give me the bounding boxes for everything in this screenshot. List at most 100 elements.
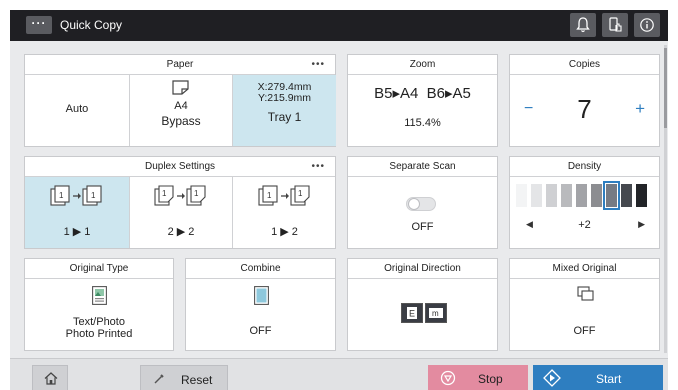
- bell-icon: [576, 17, 590, 33]
- phone-touch-icon: [609, 17, 622, 32]
- density-panel: Density ◀ +2 ▶: [509, 156, 660, 249]
- paper-a4-bypass-option[interactable]: A4 Bypass: [130, 75, 232, 146]
- mobile-connect-button[interactable]: [602, 13, 628, 37]
- original-type-line1: Text/Photo: [73, 316, 125, 328]
- duplex-option-1-to-1[interactable]: 1 1 1 ▶ 1: [25, 177, 129, 248]
- density-level[interactable]: [531, 184, 542, 207]
- combine-panel[interactable]: Combine OFF: [185, 258, 336, 351]
- paper-custom-y: Y:215.9mm: [257, 92, 312, 104]
- mixed-original-panel[interactable]: Mixed Original OFF: [509, 258, 660, 351]
- copies-panel-header: Copies: [510, 55, 659, 75]
- density-level[interactable]: [636, 184, 647, 207]
- paper-tray1-option[interactable]: X:279.4mm Y:215.9mm Tray 1: [233, 75, 336, 146]
- zoom-preset-b6-a5: B6▸A5: [426, 85, 471, 102]
- density-level[interactable]: [603, 181, 620, 210]
- duplex-option-1-to-2[interactable]: 1 1 1 ▶ 2: [233, 177, 336, 248]
- paper-auto-option[interactable]: Auto: [25, 75, 129, 146]
- scrollbar-thumb[interactable]: [664, 48, 667, 128]
- duplex-option-2-to-2[interactable]: 1 1 2 ▶ 2: [130, 177, 232, 248]
- reset-label: Reset: [181, 373, 213, 387]
- bottom-bar: Reset Stop Start: [10, 358, 668, 390]
- stop-button[interactable]: Stop: [428, 365, 528, 390]
- copies-increase-button[interactable]: +: [635, 99, 645, 119]
- svg-text:1: 1: [267, 191, 272, 200]
- density-title: Density: [567, 161, 602, 172]
- duplex-more-button[interactable]: •••: [311, 157, 325, 177]
- original-direction-panel[interactable]: Original Direction E m: [347, 258, 498, 351]
- copies-title: Copies: [568, 59, 601, 70]
- original-type-panel[interactable]: Original Type Text/Photo Photo Printed: [24, 258, 174, 351]
- density-level[interactable]: [546, 184, 557, 207]
- original-direction-header: Original Direction: [348, 259, 497, 279]
- paper-a4-source: Bypass: [161, 114, 201, 128]
- paper-panel: Paper ••• Auto A4 Bypass X:279.4mm Y:215…: [24, 54, 336, 147]
- duplex-panel: Duplex Settings ••• 1 1 1 ▶ 1 1 1 2 ▶ 2 …: [24, 156, 336, 249]
- zoom-panel[interactable]: Zoom B5▸A4 B6▸A5 115.4%: [347, 54, 498, 147]
- duplex-title: Duplex Settings: [144, 161, 216, 172]
- separate-scan-toggle[interactable]: [406, 197, 436, 211]
- zoom-panel-header: Zoom: [348, 55, 497, 75]
- home-button[interactable]: [32, 365, 68, 390]
- zoom-preset-b5-a4: B5▸A4: [374, 85, 419, 102]
- paper-tray-label: Tray 1: [267, 110, 302, 124]
- zoom-title: Zoom: [409, 59, 436, 70]
- density-level[interactable]: [621, 184, 632, 207]
- duplex-panel-header[interactable]: Duplex Settings •••: [25, 157, 335, 177]
- original-type-title: Original Type: [69, 263, 129, 274]
- svg-text:E: E: [409, 309, 415, 319]
- paper-panel-header[interactable]: Paper •••: [25, 55, 335, 75]
- title-bar: ··· Quick Copy: [10, 10, 668, 41]
- mixed-original-title: Mixed Original: [552, 263, 617, 274]
- combine-title: Combine: [240, 263, 281, 274]
- density-header: Density: [510, 157, 659, 177]
- notification-button[interactable]: [570, 13, 596, 37]
- separate-scan-title: Separate Scan: [389, 161, 456, 172]
- density-level[interactable]: [576, 184, 587, 207]
- svg-text:m: m: [432, 309, 439, 318]
- duplex-option-label: 1 ▶ 2: [271, 226, 298, 238]
- mixed-original-header: Mixed Original: [510, 259, 659, 279]
- density-value: +2: [578, 219, 591, 231]
- density-level[interactable]: [591, 184, 602, 207]
- paper-more-button[interactable]: •••: [311, 55, 325, 75]
- svg-text:1: 1: [59, 191, 64, 200]
- paper-sheet-icon: [172, 80, 189, 95]
- start-label: Start: [596, 372, 622, 386]
- mixed-pages-icon: [577, 286, 594, 301]
- combine-header: Combine: [186, 259, 335, 279]
- svg-text:1: 1: [194, 189, 199, 198]
- zoom-presets: B5▸A4 B6▸A5: [348, 84, 497, 102]
- menu-button[interactable]: ···: [26, 16, 52, 34]
- duplex-option-label: 1 ▶ 1: [63, 226, 91, 238]
- original-type-line2: Photo Printed: [65, 328, 133, 340]
- original-direction-icon: E m: [401, 303, 447, 323]
- paper-auto-label: Auto: [65, 103, 89, 115]
- svg-text:1: 1: [162, 189, 167, 198]
- mixed-original-state: OFF: [573, 325, 596, 337]
- svg-text:1: 1: [298, 189, 303, 198]
- combine-state: OFF: [249, 325, 272, 337]
- text-photo-icon: [92, 286, 107, 305]
- density-increase-button[interactable]: ▶: [638, 219, 645, 230]
- info-icon: [640, 18, 654, 32]
- separate-scan-panel[interactable]: Separate Scan OFF: [347, 156, 498, 249]
- start-button[interactable]: Start: [533, 365, 663, 390]
- original-type-header: Original Type: [25, 259, 173, 279]
- info-button[interactable]: [634, 13, 660, 37]
- svg-text:1: 1: [91, 191, 96, 200]
- paper-title: Paper: [166, 59, 194, 70]
- simplex-to-duplex-icon: 1 1: [258, 185, 310, 206]
- start-icon: [543, 369, 561, 387]
- paper-a4-size: A4: [174, 100, 188, 112]
- stop-label: Stop: [478, 372, 503, 386]
- density-level[interactable]: [516, 184, 527, 207]
- app-title: Quick Copy: [60, 18, 123, 32]
- duplex-to-duplex-icon: 1 1: [154, 185, 206, 206]
- copies-panel: Copies − 7 +: [509, 54, 660, 147]
- density-level[interactable]: [561, 184, 572, 207]
- toggle-knob: [408, 198, 420, 210]
- separate-scan-header: Separate Scan: [348, 157, 497, 177]
- combine-page-icon: [254, 286, 269, 305]
- original-direction-title: Original Direction: [384, 263, 461, 274]
- reset-button[interactable]: Reset: [140, 365, 228, 390]
